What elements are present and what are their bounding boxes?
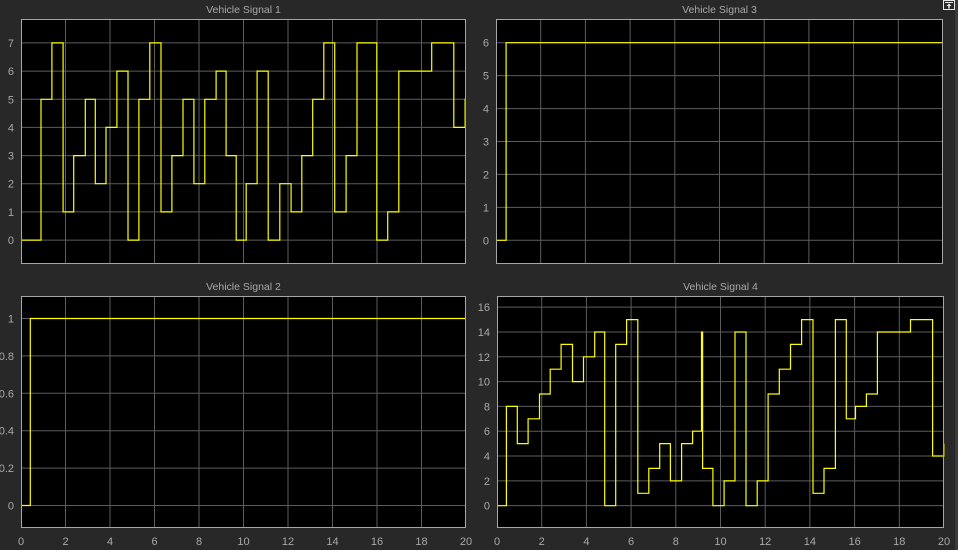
y-tick-label: 5 <box>483 71 489 83</box>
y-tick-label: 4 <box>8 122 14 134</box>
y-tick-label: 3 <box>8 151 14 163</box>
x-tick-label: 20 <box>938 536 950 548</box>
plot-title: Vehicle Signal 1 <box>206 4 281 16</box>
y-tick-label: 5 <box>8 94 14 106</box>
y-tick-label: 7 <box>8 38 14 50</box>
x-tick-label: 2 <box>62 536 68 548</box>
y-tick-label: 0 <box>8 501 14 513</box>
y-tick-label: 12 <box>478 352 490 364</box>
x-tick-label: 18 <box>415 536 427 548</box>
plot-title: Vehicle Signal 3 <box>682 4 757 16</box>
y-tick-label: 10 <box>478 377 490 389</box>
y-tick-label: 6 <box>483 38 489 50</box>
plot-title: Vehicle Signal 2 <box>206 281 281 293</box>
y-tick-label: 1 <box>8 313 14 325</box>
y-tick-label: 0 <box>483 235 489 247</box>
x-tick-label: 8 <box>196 536 202 548</box>
x-tick-label: 4 <box>583 536 589 548</box>
x-tick-label: 4 <box>107 536 113 548</box>
y-tick-label: 0.6 <box>0 388 14 400</box>
undock-icon <box>945 2 953 9</box>
y-tick-label: 8 <box>484 401 490 413</box>
y-tick-label: 6 <box>484 426 490 438</box>
x-tick-label: 16 <box>371 536 383 548</box>
x-tick-label: 12 <box>282 536 294 548</box>
y-tick-label: 1 <box>483 202 489 214</box>
x-tick-label: 0 <box>18 536 24 548</box>
plot-3: Vehicle Signal 3 0 1 2 3 4 5 6 <box>483 4 943 264</box>
x-tick-label: 14 <box>804 536 816 548</box>
x-tick-label: 8 <box>673 536 679 548</box>
y-tick-label: 0.4 <box>0 426 14 438</box>
x-tick-label: 6 <box>151 536 157 548</box>
y-tick-label: 16 <box>478 302 490 314</box>
y-tick-label: 4 <box>483 104 489 116</box>
plot-title: Vehicle Signal 4 <box>683 281 758 293</box>
y-tick-label: 2 <box>484 476 490 488</box>
x-tick-label: 6 <box>628 536 634 548</box>
x-tick-label: 14 <box>326 536 338 548</box>
y-tick-label: 0 <box>8 235 14 247</box>
x-tick-label: 10 <box>714 536 726 548</box>
plot-4: Vehicle Signal 4 0 2 4 6 8 10 12 14 16 18 20 0 2 4 6 8 10… <box>478 281 950 548</box>
x-tick-label: 20 <box>460 536 472 548</box>
scope-display: Vehicle Signal 101234567Vehicle Signal 2… <box>0 4 950 548</box>
y-tick-label: 6 <box>8 66 14 78</box>
y-tick-label: 3 <box>483 137 489 149</box>
y-tick-label: 0.8 <box>0 351 14 363</box>
plot-1: Vehicle Signal 1 0 1 2 3 4 5 6 7 <box>8 4 466 264</box>
y-tick-label: 2 <box>8 179 14 191</box>
x-tick-label: 18 <box>893 536 905 548</box>
x-tick-label: 12 <box>759 536 771 548</box>
x-tick-label: 10 <box>237 536 249 548</box>
y-tick-label: 4 <box>484 451 490 463</box>
y-tick-label: 0.2 <box>0 463 14 475</box>
x-tick-label: 2 <box>539 536 545 548</box>
undock-button[interactable] <box>943 0 955 10</box>
y-tick-label: 1 <box>8 207 14 219</box>
plot-2: Vehicle Signal 2 0 2 4 6 8 10 12 14 16 18 20 0 0.2 0.4… <box>0 281 472 548</box>
y-tick-label: 14 <box>478 327 490 339</box>
y-tick-label: 0 <box>484 501 490 513</box>
x-tick-label: 16 <box>848 536 860 548</box>
y-tick-label: 2 <box>483 169 489 181</box>
x-tick-label: 0 <box>494 536 500 548</box>
